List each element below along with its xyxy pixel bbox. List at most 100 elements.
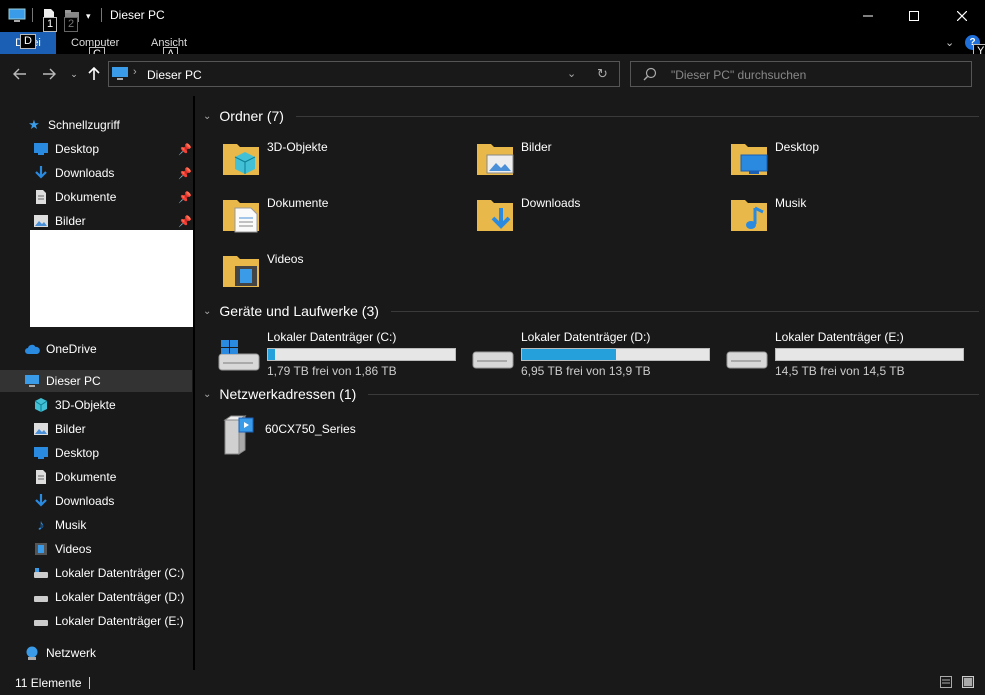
title-bar: ▾ Dieser PC — [0, 0, 985, 32]
network-device-tile[interactable]: 60CX750_Series — [219, 414, 356, 461]
sidebar-item-music[interactable]: ♪ Musik — [33, 513, 86, 537]
sidebar-item-label: Desktop — [55, 142, 100, 156]
group-divider — [295, 115, 979, 117]
folder-label: Dokumente — [267, 196, 329, 210]
desktop-icon — [33, 445, 49, 461]
drive-free-space: 1,79 TB frei von 1,86 TB — [267, 364, 397, 378]
chevron-down-icon: ⌄ — [203, 305, 212, 317]
group-divider — [368, 393, 979, 395]
breadcrumb-chevron-icon: › — [133, 66, 137, 78]
chevron-down-icon: ⌄ — [203, 388, 212, 400]
sidebar-item-this-pc[interactable]: Dieser PC — [24, 369, 101, 393]
sidebar-item-label: Bilder — [55, 422, 86, 436]
hard-drive-icon — [725, 340, 769, 378]
close-button[interactable] — [939, 0, 985, 32]
sidebar-item-videos[interactable]: Videos — [33, 537, 91, 561]
sidebar-item-documents[interactable]: Dokumente — [33, 465, 116, 489]
sidebar-item-quick-access[interactable]: ★ Schnellzugriff — [26, 113, 120, 137]
group-header-folders[interactable]: ⌄ Ordner (7) — [203, 108, 979, 124]
large-icons-view-icon[interactable] — [962, 676, 974, 691]
sidebar-item-label: Lokaler Datenträger (E:) — [55, 614, 184, 628]
pin-icon[interactable]: 📌 — [178, 191, 192, 204]
folder-tile-videos[interactable]: Videos — [221, 250, 303, 293]
redacted-area — [30, 230, 197, 327]
drive-tile-e[interactable]: Lokaler Datenträger (E:) 14,5 TB frei vo… — [725, 330, 964, 378]
computer-icon[interactable] — [8, 6, 26, 26]
drive-usage-bar — [521, 348, 710, 361]
group-title: Geräte und Laufwerke (3) — [219, 303, 379, 319]
film-icon — [33, 541, 49, 557]
search-icon — [643, 67, 657, 84]
status-separator — [89, 677, 90, 689]
group-header-drives[interactable]: ⌄ Geräte und Laufwerke (3) — [203, 303, 979, 319]
folder-3d-icon — [221, 138, 261, 181]
drive-free-space: 6,95 TB frei von 13,9 TB — [521, 364, 651, 378]
download-arrow-icon — [33, 493, 49, 509]
hard-drive-icon — [471, 340, 515, 378]
drive-usage-fill — [268, 349, 276, 360]
pin-icon[interactable]: 📌 — [178, 167, 192, 180]
folder-tile-3d-objects[interactable]: 3D-Objekte — [221, 138, 328, 181]
separator — [32, 8, 33, 22]
sidebar-item-pictures[interactable]: Bilder — [33, 417, 86, 441]
folder-tile-documents[interactable]: Dokumente — [221, 194, 328, 237]
minimize-button[interactable] — [845, 0, 891, 32]
folder-tile-desktop[interactable]: Desktop — [729, 138, 819, 181]
sidebar-item-label: Dieser PC — [46, 374, 101, 388]
sidebar-item-desktop[interactable]: Desktop — [33, 441, 99, 465]
media-device-icon — [219, 414, 259, 461]
separator — [101, 8, 102, 22]
download-arrow-icon — [33, 165, 49, 181]
group-title: Netzwerkadressen (1) — [219, 386, 357, 402]
folder-tile-downloads[interactable]: Downloads — [475, 194, 580, 237]
pin-icon[interactable]: 📌 — [178, 215, 192, 228]
drive-tile-c[interactable]: Lokaler Datenträger (C:) 1,79 TB frei vo… — [217, 330, 456, 379]
recent-locations-button[interactable]: ⌄ — [64, 64, 84, 84]
sidebar-item-label: Dokumente — [55, 190, 117, 204]
breadcrumb[interactable]: Dieser PC — [147, 68, 202, 82]
sidebar-item-documents[interactable]: Dokumente — [33, 185, 116, 209]
group-header-network[interactable]: ⌄ Netzwerkadressen (1) — [203, 386, 979, 402]
chevron-down-icon: ⌄ — [203, 110, 212, 122]
sidebar-item-downloads[interactable]: Downloads — [33, 161, 114, 185]
window-title: Dieser PC — [110, 8, 165, 22]
details-view-icon[interactable] — [940, 676, 952, 691]
sidebar-item-drive-e[interactable]: Lokaler Datenträger (E:) — [33, 609, 184, 633]
sidebar-item-network[interactable]: Netzwerk — [24, 641, 96, 665]
folder-label: Bilder — [521, 140, 552, 154]
pin-icon[interactable]: 📌 — [178, 143, 192, 156]
up-button[interactable] — [84, 64, 104, 84]
expand-ribbon-icon[interactable]: ⌄ — [945, 36, 954, 49]
search-input[interactable]: "Dieser PC" durchsuchen — [630, 61, 972, 87]
music-note-icon: ♪ — [37, 516, 45, 534]
sidebar-item-downloads[interactable]: Downloads — [33, 489, 114, 513]
drive-name: Lokaler Datenträger (D:) — [521, 330, 651, 344]
keytip-quick-2: 2 — [64, 17, 79, 32]
folder-tile-music[interactable]: Musik — [729, 194, 806, 237]
sidebar-item-label: Videos — [55, 542, 92, 556]
sidebar-item-drive-d[interactable]: Lokaler Datenträger (D:) — [33, 585, 184, 609]
hard-drive-icon — [33, 613, 49, 629]
refresh-icon[interactable]: ↻ — [597, 66, 608, 82]
maximize-button[interactable] — [891, 0, 937, 32]
drive-name: Lokaler Datenträger (E:) — [775, 330, 904, 344]
customize-quick-access-icon[interactable]: ▾ — [86, 6, 91, 26]
sidebar-item-onedrive[interactable]: OneDrive — [24, 337, 97, 361]
forward-button[interactable] — [39, 64, 59, 84]
computer-icon — [24, 373, 40, 389]
drive-tile-d[interactable]: Lokaler Datenträger (D:) 6,95 TB frei vo… — [471, 330, 710, 378]
back-button[interactable] — [10, 64, 30, 84]
sidebar-item-3d-objects[interactable]: 3D-Objekte — [33, 393, 116, 417]
sidebar-item-label: Lokaler Datenträger (C:) — [55, 566, 185, 580]
sidebar-item-desktop[interactable]: Desktop — [33, 137, 99, 161]
cloud-icon — [24, 341, 40, 357]
drive-free-space: 14,5 TB frei von 14,5 TB — [775, 364, 905, 378]
sidebar-item-drive-c[interactable]: Lokaler Datenträger (C:) — [33, 561, 184, 585]
keytip-file: D — [20, 34, 36, 49]
folder-desktop-icon — [729, 138, 769, 181]
address-bar[interactable]: › Dieser PC ⌄ ↻ — [108, 61, 620, 87]
address-dropdown-icon[interactable]: ⌄ — [567, 67, 576, 80]
document-icon — [33, 469, 49, 485]
folder-tile-pictures[interactable]: Bilder — [475, 138, 552, 181]
item-count: 11 Elemente — [15, 676, 82, 690]
